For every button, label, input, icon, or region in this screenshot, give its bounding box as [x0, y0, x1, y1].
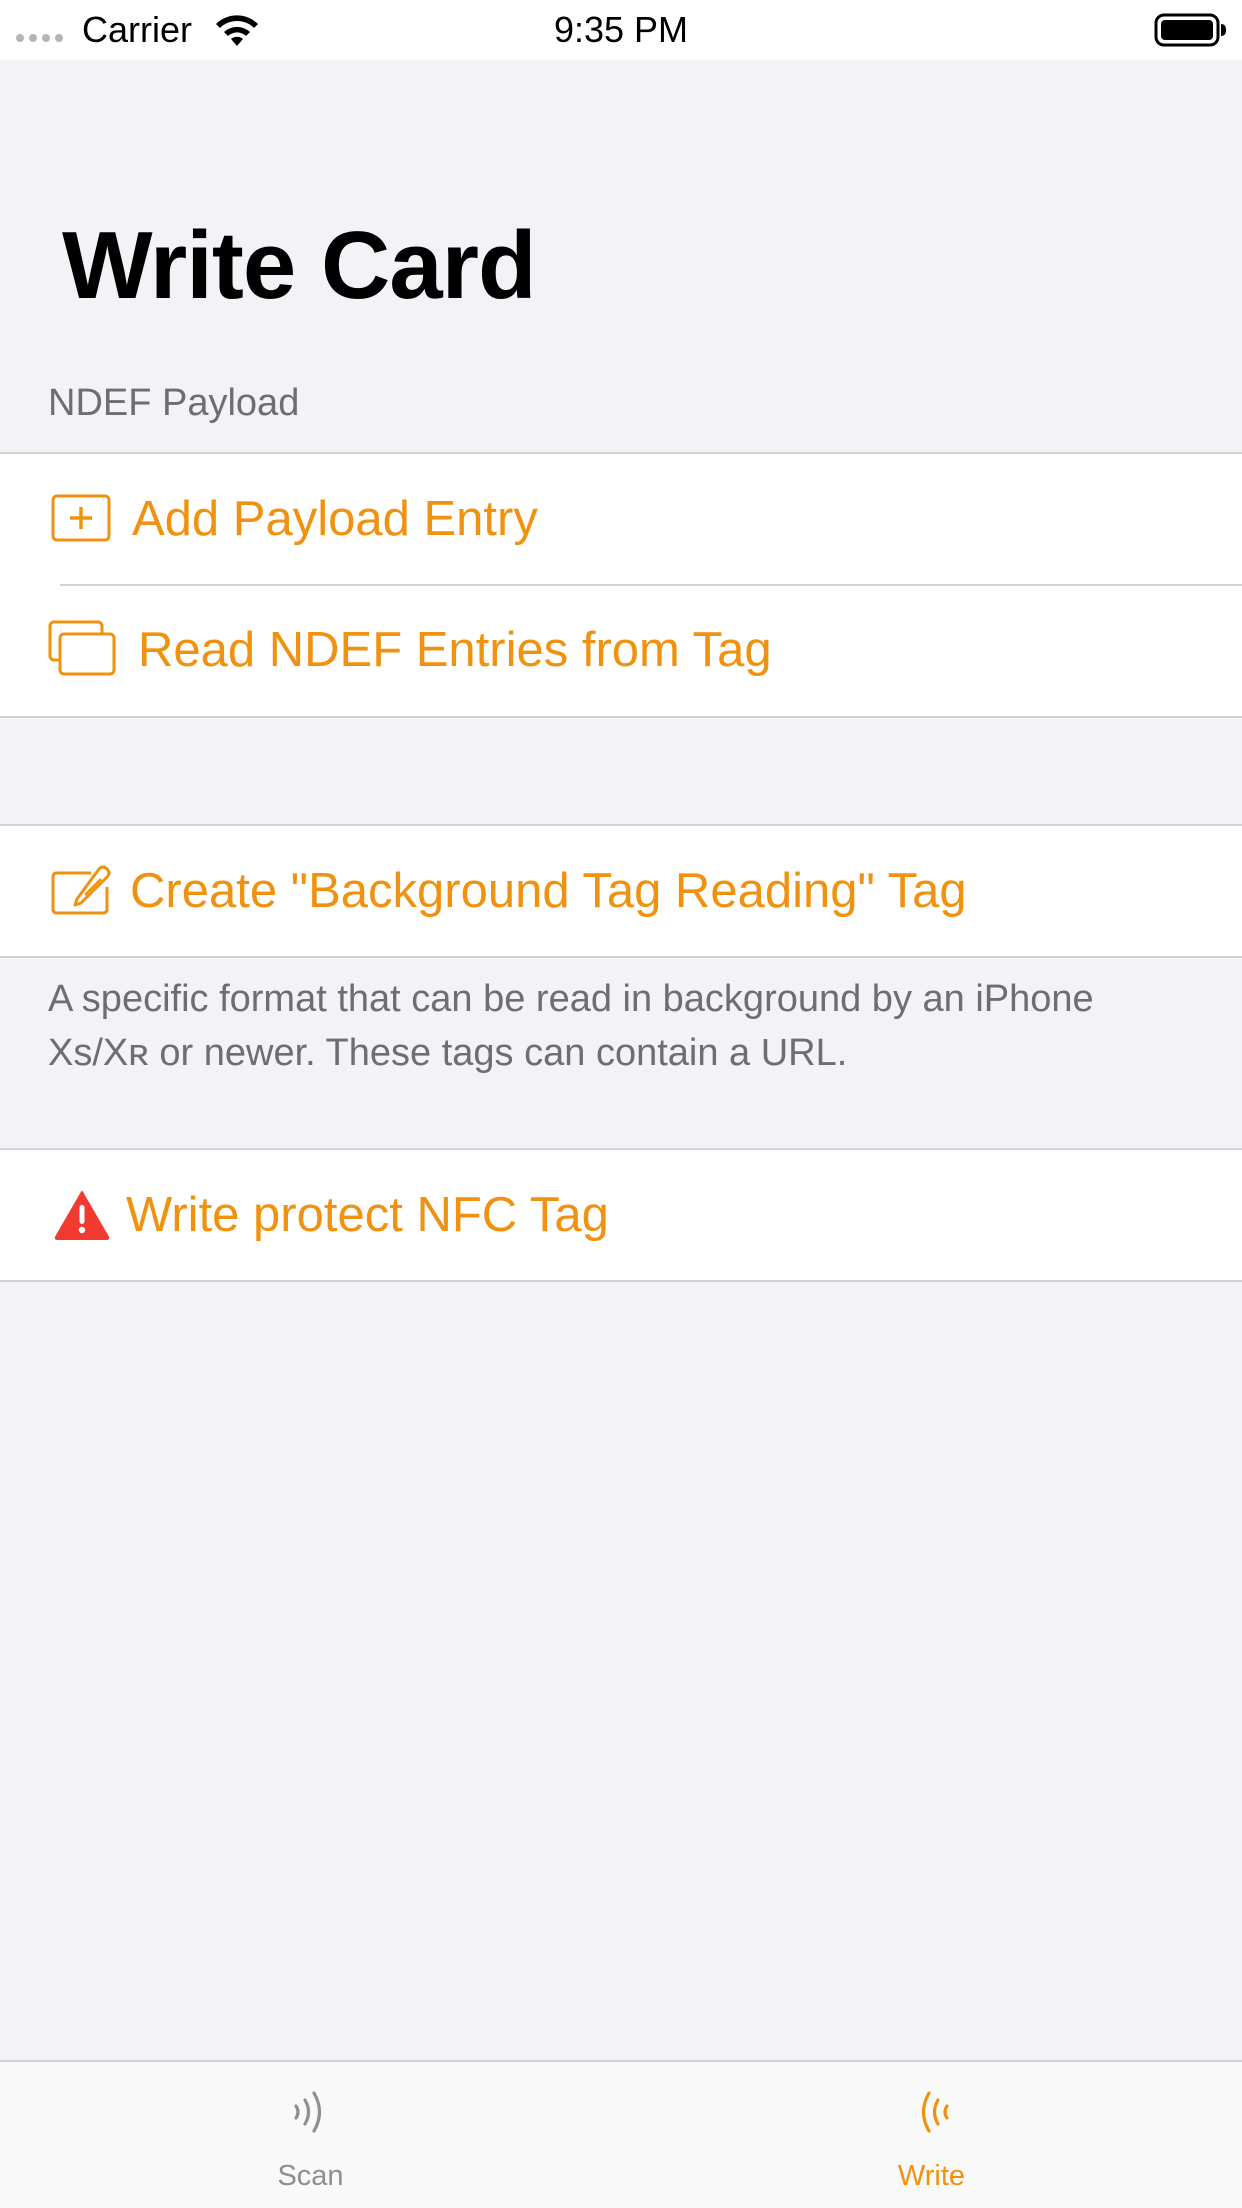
background-tag-footer-note: A specific format that can be read in ba… — [48, 978, 1094, 1074]
ndef-payload-group: Add Payload Entry Read NDEF Entries from… — [0, 452, 1242, 718]
battery-icon — [1154, 13, 1226, 47]
add-payload-entry-label: Add Payload Entry — [132, 492, 538, 546]
compose-icon — [48, 857, 116, 925]
page-title: Write Card — [62, 212, 537, 319]
add-payload-entry-button[interactable]: Add Payload Entry — [0, 454, 1242, 584]
create-background-tag-button[interactable]: Create "Background Tag Reading" Tag — [0, 826, 1242, 956]
plus-square-icon — [48, 485, 116, 553]
tab-write[interactable]: Write — [621, 2062, 1242, 2208]
tab-bar: Scan Write — [0, 2060, 1242, 2208]
tab-scan[interactable]: Scan — [0, 2062, 621, 2208]
warning-triangle-icon — [48, 1181, 116, 1249]
stacked-cards-icon — [48, 614, 116, 682]
read-ndef-entries-button[interactable]: Read NDEF Entries from Tag — [0, 584, 1242, 716]
section-header-ndef-payload: NDEF Payload — [48, 382, 300, 424]
nfc-scan-icon — [0, 2084, 621, 2144]
tab-write-label: Write — [897, 2160, 966, 2192]
nfc-write-icon — [621, 2084, 1242, 2144]
write-protect-group: Write protect NFC Tag — [0, 1148, 1242, 1282]
status-time: 9:35 PM — [553, 9, 689, 50]
tab-scan-label: Scan — [277, 2160, 344, 2192]
background-tag-group: Create "Background Tag Reading" Tag — [0, 824, 1242, 958]
write-protect-button[interactable]: Write protect NFC Tag — [0, 1150, 1242, 1280]
status-bar: Carrier 9:35 PM — [0, 0, 1242, 60]
create-background-tag-label: Create "Background Tag Reading" Tag — [130, 864, 967, 918]
write-protect-label: Write protect NFC Tag — [126, 1188, 609, 1242]
read-ndef-entries-label: Read NDEF Entries from Tag — [138, 623, 772, 677]
